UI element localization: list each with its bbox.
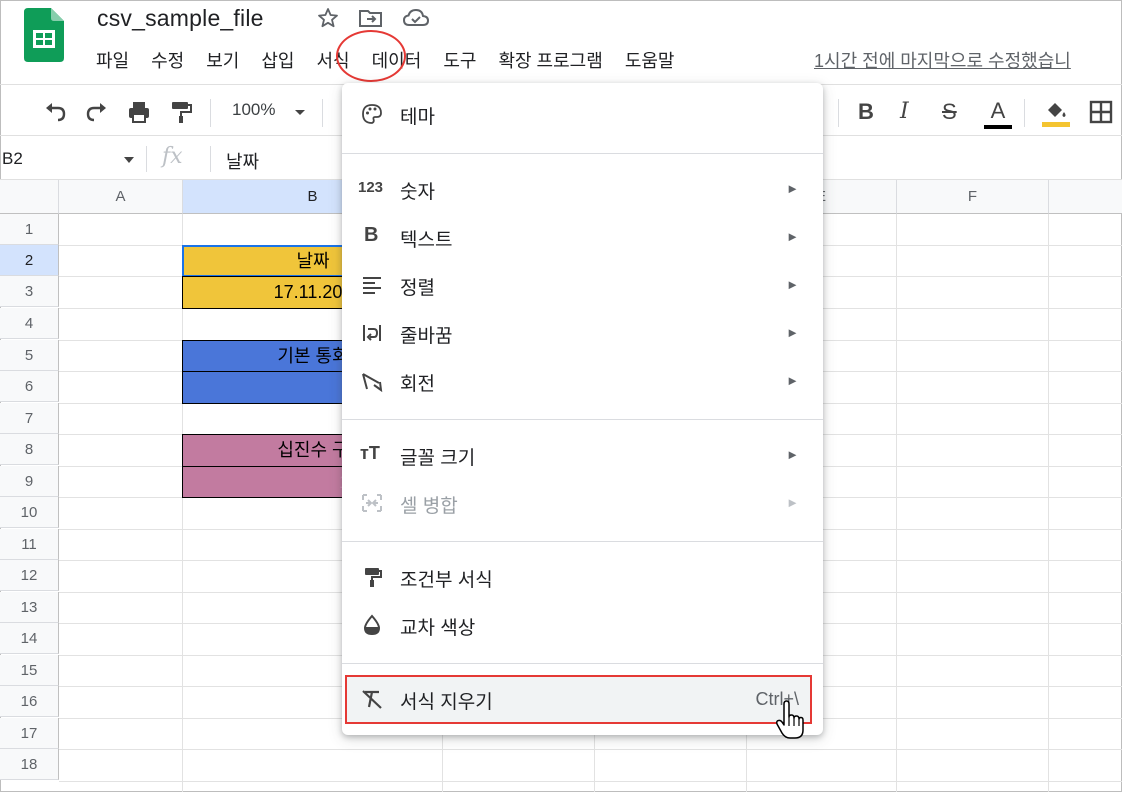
menu-item-rotation[interactable]: 회전 ► <box>342 358 823 404</box>
italic-icon[interactable]: I <box>900 99 926 125</box>
menu-file[interactable]: 파일 <box>96 47 129 73</box>
row-header-13[interactable]: 13 <box>0 592 59 623</box>
row-header-11[interactable]: 11 <box>0 529 59 560</box>
menu-item-text[interactable]: B 텍스트 ► <box>342 214 823 260</box>
menu-help[interactable]: 도움말 <box>625 47 675 73</box>
row-header-15[interactable]: 15 <box>0 655 59 686</box>
strikethrough-icon[interactable]: S <box>942 99 968 125</box>
row-header-4[interactable]: 4 <box>0 308 59 339</box>
formula-input[interactable]: 날짜 <box>226 148 259 174</box>
color-drop-icon <box>363 614 381 636</box>
paint-roller-icon <box>365 568 382 587</box>
row-header-5[interactable]: 5 <box>0 340 59 371</box>
row-header-9[interactable]: 9 <box>0 466 59 497</box>
menu-tools[interactable]: 도구 <box>443 47 476 73</box>
row-header-2[interactable]: 2 <box>0 245 59 276</box>
bold-icon[interactable]: B <box>858 99 884 125</box>
undo-icon[interactable] <box>42 99 68 125</box>
menu-edit[interactable]: 수정 <box>151 47 184 73</box>
palette-icon <box>362 104 382 124</box>
menu-item-wrapping[interactable]: 줄바꿈 ► <box>342 310 823 356</box>
clear-format-icon <box>362 690 382 709</box>
menu-item-merge-cells: 셀 병합 ► <box>342 480 823 526</box>
text-color-icon[interactable]: A <box>984 99 1012 129</box>
menu-item-number[interactable]: 123 숫자 ► <box>342 166 823 212</box>
menu-view[interactable]: 보기 <box>206 47 239 73</box>
menu-item-label: 셀 병합 <box>400 496 458 517</box>
bold-b-icon: B <box>364 224 379 246</box>
submenu-arrow-icon: ► <box>786 229 799 244</box>
row-header-16[interactable]: 16 <box>0 686 59 717</box>
format-menu: 테마 123 숫자 ► B 텍스트 ► 정렬 ► 줄바꿈 ► 회전 ► тT 글… <box>342 83 823 735</box>
row-header-8[interactable]: 8 <box>0 434 59 465</box>
menu-item-label: 글꼴 크기 <box>400 448 476 469</box>
sheets-logo-icon[interactable] <box>24 8 64 62</box>
merge-cells-icon <box>362 494 382 512</box>
last-edit-link[interactable]: 1시간 전에 마지막으로 수정했습니 <box>814 47 1071 73</box>
align-icon <box>363 277 381 294</box>
menu-item-label: 텍스트 <box>400 230 453 251</box>
zoom-select[interactable]: 100% <box>232 100 275 120</box>
submenu-arrow-icon: ► <box>786 181 799 196</box>
submenu-arrow-icon: ► <box>786 447 799 462</box>
fx-icon: fx <box>162 144 183 169</box>
name-box[interactable]: B2 <box>2 149 23 169</box>
menu-item-alternating-colors[interactable]: 교차 색상 <box>342 602 823 648</box>
star-icon[interactable] <box>316 6 340 30</box>
paint-format-icon[interactable] <box>168 99 194 125</box>
row-header-10[interactable]: 10 <box>0 497 59 528</box>
text-rotate-icon <box>362 373 383 393</box>
column-header-a[interactable]: A <box>59 180 183 214</box>
menu-item-conditional-format[interactable]: 조건부 서식 <box>342 554 823 600</box>
menu-item-label: 조건부 서식 <box>400 570 493 591</box>
row-header-7[interactable]: 7 <box>0 403 59 434</box>
menu-item-label: 서식 지우기 <box>400 692 493 713</box>
submenu-arrow-icon: ► <box>786 373 799 388</box>
row-header-12[interactable]: 12 <box>0 560 59 591</box>
row-header-17[interactable]: 17 <box>0 718 59 749</box>
menu-item-clear-formatting[interactable]: 서식 지우기 Ctrl+\ <box>342 676 823 722</box>
menu-extensions[interactable]: 확장 프로그램 <box>498 47 602 73</box>
menu-item-alignment[interactable]: 정렬 ► <box>342 262 823 308</box>
menu-item-label: 줄바꿈 <box>400 326 453 347</box>
fill-color-icon[interactable] <box>1040 97 1072 129</box>
submenu-arrow-icon: ► <box>786 495 799 510</box>
submenu-arrow-icon: ► <box>786 325 799 340</box>
cloud-status-icon[interactable] <box>402 6 430 30</box>
row-header-18[interactable]: 18 <box>0 749 59 780</box>
column-header-g[interactable] <box>1049 180 1122 214</box>
row-header-14[interactable]: 14 <box>0 623 59 654</box>
row-header-6[interactable]: 6 <box>0 371 59 402</box>
name-box-dropdown-icon[interactable] <box>122 154 136 166</box>
menu-item-label: 회전 <box>400 374 435 395</box>
borders-icon[interactable] <box>1088 99 1114 125</box>
row-header-3[interactable]: 3 <box>0 276 59 307</box>
hand-pointer-cursor-icon <box>775 700 804 739</box>
menu-item-theme[interactable]: 테마 <box>342 91 823 137</box>
print-icon[interactable] <box>126 99 152 125</box>
row-header-1[interactable]: 1 <box>0 214 59 245</box>
redo-icon[interactable] <box>84 99 110 125</box>
document-title[interactable]: csv_sample_file <box>97 5 264 32</box>
menu-item-label: 교차 색상 <box>400 618 476 639</box>
submenu-arrow-icon: ► <box>786 277 799 292</box>
select-all-corner[interactable] <box>0 180 59 214</box>
zoom-dropdown-arrow-icon[interactable] <box>290 99 310 125</box>
text-wrap-icon <box>363 325 381 341</box>
menu-item-label: 정렬 <box>400 278 435 299</box>
number-123-icon: 123 <box>358 179 384 196</box>
column-header-f[interactable]: F <box>897 180 1049 214</box>
menu-item-label: 숫자 <box>400 182 435 203</box>
font-size-icon: тT <box>360 443 380 463</box>
menu-item-label: 테마 <box>400 107 435 128</box>
menu-insert[interactable]: 삽입 <box>261 47 294 73</box>
menu-item-font-size[interactable]: тT 글꼴 크기 ► <box>342 432 823 478</box>
move-to-folder-icon[interactable] <box>358 6 384 30</box>
menu-format-annotation-circle <box>336 30 406 82</box>
